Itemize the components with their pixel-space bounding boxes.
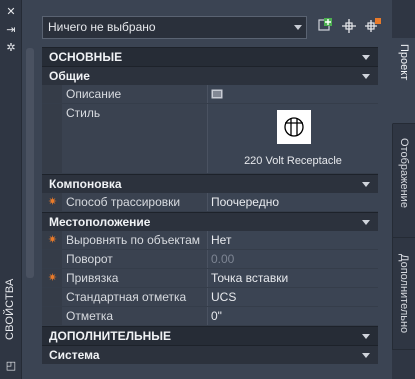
palette-title-bar[interactable]: ✕ ⇥ ✲ СВОЙСТВА ◰ bbox=[0, 0, 22, 379]
scrollbar[interactable] bbox=[26, 48, 34, 278]
property-label: Способ трассировки bbox=[62, 193, 208, 211]
tab-display[interactable]: Отображение bbox=[392, 124, 415, 238]
category-system[interactable]: Система bbox=[42, 345, 378, 364]
row-gutter bbox=[42, 85, 62, 103]
property-label: Поворот bbox=[62, 250, 208, 268]
row-gutter bbox=[42, 104, 62, 173]
tab-label: Отображение bbox=[398, 138, 410, 208]
property-row-anchor[interactable]: ✷ Привязка Точка вставки bbox=[42, 269, 378, 288]
chevron-down-icon bbox=[294, 25, 302, 30]
text-editor-icon[interactable] bbox=[211, 89, 223, 99]
property-label: Привязка bbox=[62, 269, 208, 287]
auto-hide-icon[interactable]: ⇥ bbox=[5, 24, 17, 36]
section-title: ДОПОЛНИТЕЛЬНЫЕ bbox=[49, 329, 172, 343]
property-value[interactable]: UCS bbox=[208, 288, 378, 306]
property-value[interactable]: 0" bbox=[208, 307, 378, 325]
property-row-description[interactable]: Описание bbox=[42, 85, 378, 104]
collapse-icon bbox=[362, 182, 370, 187]
selection-dropdown-value: Ничего не выбрано bbox=[48, 20, 156, 34]
toolbar: Ничего не выбрано bbox=[22, 0, 392, 44]
collapse-icon bbox=[362, 220, 370, 225]
selectable-star-icon: ✷ bbox=[47, 234, 58, 246]
category-location[interactable]: Местоположение bbox=[42, 212, 378, 231]
quick-select-icon[interactable] bbox=[316, 17, 334, 35]
property-grid: ОСНОВНЫЕ Общие Описание Стиль 220 Volt R… bbox=[42, 47, 378, 364]
properties-panel: Ничего не выбрано ОСНОВНЫЕ Общие Описани… bbox=[22, 0, 392, 379]
row-gutter: ✷ bbox=[42, 231, 62, 249]
property-label: Отметка bbox=[62, 307, 208, 325]
property-row-align[interactable]: ✷ Выровнять по объектам Нет bbox=[42, 231, 378, 250]
property-row-style[interactable]: Стиль 220 Volt Receptacle bbox=[42, 104, 378, 174]
row-gutter: ✷ bbox=[42, 193, 62, 211]
style-caption: 220 Volt Receptacle bbox=[244, 155, 342, 167]
row-gutter bbox=[42, 250, 62, 268]
section-basic[interactable]: ОСНОВНЫЕ bbox=[42, 47, 378, 66]
tab-label: Проект bbox=[398, 44, 410, 81]
palette-menu-icon[interactable]: ◰ bbox=[5, 360, 17, 372]
selection-dropdown[interactable]: Ничего не выбрано bbox=[42, 16, 307, 39]
collapse-icon bbox=[362, 74, 370, 79]
collapse-icon bbox=[362, 55, 370, 60]
selectable-star-icon: ✷ bbox=[47, 272, 58, 284]
property-row-routing[interactable]: ✷ Способ трассировки Поочередно bbox=[42, 193, 378, 212]
category-title: Система bbox=[49, 348, 100, 362]
property-value[interactable]: Поочередно bbox=[208, 193, 378, 211]
category-title: Общие bbox=[49, 69, 90, 83]
collapse-icon bbox=[362, 353, 370, 358]
property-label: Стиль bbox=[62, 104, 208, 173]
property-label: Описание bbox=[62, 85, 208, 103]
selectable-star-icon: ✷ bbox=[47, 196, 58, 208]
property-row-rotation[interactable]: Поворот 0.00 bbox=[42, 250, 378, 269]
property-label: Выровнять по объектам bbox=[62, 231, 208, 249]
section-title: ОСНОВНЫЕ bbox=[49, 50, 123, 64]
gear-icon[interactable]: ✲ bbox=[5, 42, 17, 54]
tab-strip: Проект Отображение Дополнительно bbox=[392, 0, 415, 379]
receptacle-preview-icon bbox=[277, 110, 311, 144]
category-title: Компоновка bbox=[49, 177, 122, 191]
row-gutter bbox=[42, 288, 62, 306]
category-general[interactable]: Общие bbox=[42, 66, 378, 85]
tab-extended[interactable]: Дополнительно bbox=[392, 238, 415, 350]
row-gutter: ✷ bbox=[42, 269, 62, 287]
section-additional[interactable]: ДОПОЛНИТЕЛЬНЫЕ bbox=[42, 326, 378, 345]
property-value[interactable]: 0.00 bbox=[208, 250, 378, 268]
category-title: Местоположение bbox=[49, 215, 151, 229]
category-layout[interactable]: Компоновка bbox=[42, 174, 378, 193]
property-value[interactable]: Нет bbox=[208, 231, 378, 249]
palette-title: СВОЙСТВА bbox=[4, 278, 16, 340]
property-row-std-elevation[interactable]: Стандартная отметка UCS bbox=[42, 288, 378, 307]
collapse-icon bbox=[362, 334, 370, 339]
tab-project[interactable]: Проект bbox=[392, 38, 415, 124]
property-row-elevation[interactable]: Отметка 0" bbox=[42, 307, 378, 326]
row-gutter bbox=[42, 307, 62, 325]
property-value[interactable] bbox=[208, 85, 378, 103]
close-icon[interactable]: ✕ bbox=[5, 6, 17, 18]
select-objects-icon[interactable] bbox=[340, 17, 358, 35]
property-label: Стандартная отметка bbox=[62, 288, 208, 306]
pickadd-toggle-icon[interactable] bbox=[364, 17, 382, 35]
property-value[interactable]: Точка вставки bbox=[208, 269, 378, 287]
style-value[interactable]: 220 Volt Receptacle bbox=[208, 104, 378, 173]
tab-label: Дополнительно bbox=[398, 254, 410, 334]
